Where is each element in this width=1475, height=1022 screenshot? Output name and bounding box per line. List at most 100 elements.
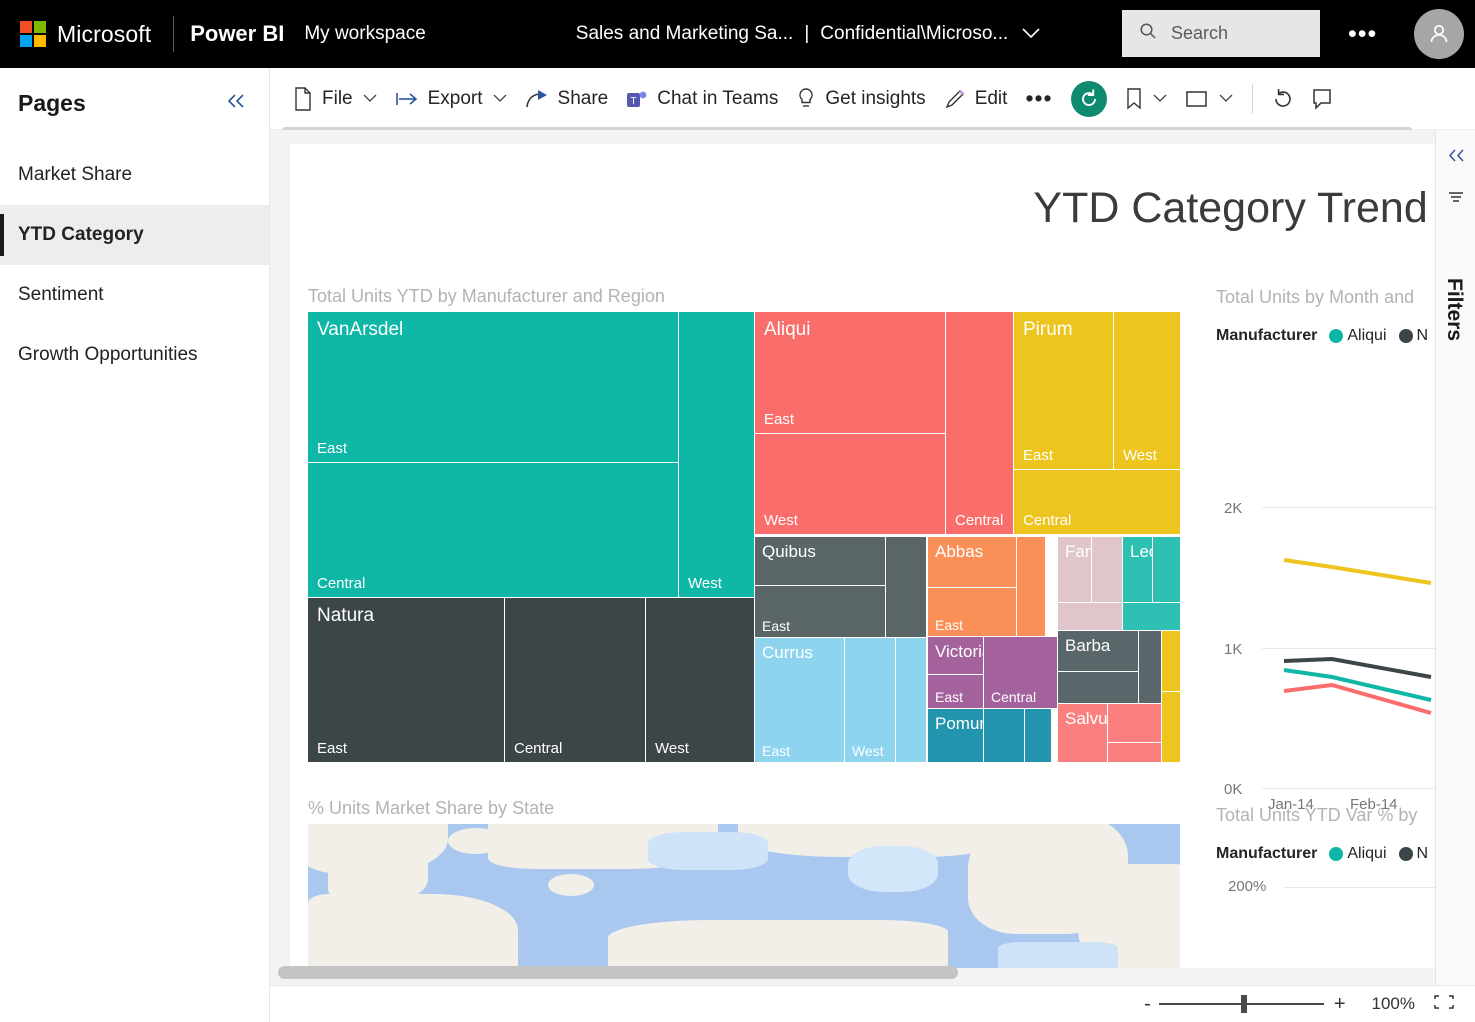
line-chart-plot[interactable]: 2K 1K 0K Jan-14 Feb-14 (1216, 359, 1435, 759)
powerbi-wordmark[interactable]: Power BI (190, 21, 284, 47)
treemap-tile[interactable]: Fama (1058, 537, 1091, 602)
treemap-tile[interactable]: Central (1014, 470, 1180, 534)
treemap-tile[interactable]: Central (946, 312, 1013, 534)
tile-manufacturer: Pomum (935, 714, 983, 734)
tile-region: East (935, 689, 963, 705)
treemap-tile[interactable] (1153, 537, 1180, 602)
tile-region: Central (514, 740, 562, 757)
treemap-tile[interactable] (1017, 537, 1045, 636)
get-insights-button[interactable]: Get insights (787, 68, 934, 130)
treemap-tile[interactable] (984, 709, 1024, 762)
tile-manufacturer: Natura (317, 605, 374, 627)
tile-manufacturer: Abbas (935, 542, 983, 562)
treemap-tile[interactable]: Pirum East (1014, 312, 1113, 469)
treemap-tile[interactable] (1123, 603, 1180, 630)
treemap-tile[interactable]: Natura East (308, 598, 504, 762)
treemap-tile[interactable]: East (928, 675, 983, 708)
sidebar-item-sentiment[interactable]: Sentiment (0, 265, 269, 325)
sidebar-item-market-share[interactable]: Market Share (0, 145, 269, 205)
top-navigation-bar: Microsoft Power BI My workspace Sales an… (0, 0, 1475, 68)
treemap-tile[interactable] (1108, 704, 1161, 742)
tile-region: East (762, 618, 790, 634)
var-chart-plot[interactable]: 200% (1216, 878, 1435, 968)
treemap-visual[interactable]: VanArsdel East Central West Natura East … (308, 312, 1180, 762)
zoom-slider[interactable] (1159, 1003, 1324, 1005)
treemap-tile[interactable]: Central (984, 637, 1057, 708)
zoom-in-button[interactable]: + (1334, 993, 1346, 1016)
sidebar-item-growth-opportunities[interactable]: Growth Opportunities (0, 325, 269, 385)
line-chart-title: Total Units by Month and (1216, 287, 1414, 308)
line-chart-series (1216, 359, 1435, 799)
sensitivity-label[interactable]: Confidential\Microso... (820, 23, 1008, 45)
chat-in-teams-button[interactable]: T Chat in Teams (617, 68, 787, 130)
treemap-tile[interactable]: East (755, 586, 885, 637)
canvas-scrollbar-bottom[interactable] (278, 966, 958, 979)
treemap-tile[interactable] (886, 537, 926, 637)
reset-button[interactable] (1062, 68, 1116, 130)
view-button[interactable] (1176, 68, 1242, 130)
edit-button[interactable]: Edit (935, 68, 1017, 130)
line-chart-legend[interactable]: Manufacturer Aliqui N (1216, 327, 1428, 345)
var-chart-legend[interactable]: Manufacturer Aliqui N (1216, 845, 1428, 863)
treemap-tile[interactable] (1162, 631, 1180, 691)
treemap-tile[interactable]: Central (505, 598, 645, 762)
collapse-sidebar-button[interactable] (225, 93, 247, 115)
workspace-link[interactable]: My workspace (304, 23, 425, 45)
treemap-tile[interactable] (1058, 603, 1122, 630)
export-menu-button[interactable]: Export (386, 68, 516, 130)
treemap-tile[interactable] (1108, 743, 1161, 762)
bookmarks-button[interactable] (1116, 68, 1176, 130)
expand-filters-button[interactable] (1446, 148, 1466, 168)
file-menu-button[interactable]: File (284, 68, 386, 130)
treemap-tile[interactable]: Aliqui East (755, 312, 945, 433)
fit-to-page-icon[interactable] (1433, 994, 1455, 1015)
tile-manufacturer: Currus (762, 643, 813, 663)
tile-region: East (317, 740, 347, 757)
comments-button[interactable] (1303, 68, 1332, 130)
treemap-tile[interactable]: West (679, 312, 754, 597)
treemap-tile[interactable]: Victoria (928, 637, 983, 674)
treemap-tile[interactable]: West (646, 598, 754, 762)
chevron-down-icon[interactable] (1021, 26, 1041, 43)
treemap-tile[interactable]: West (845, 638, 895, 762)
treemap-tile[interactable]: Central (308, 463, 678, 597)
refresh-button[interactable] (1263, 68, 1303, 130)
treemap-tile[interactable]: West (755, 434, 945, 534)
treemap-tile[interactable]: Pomum (928, 709, 983, 762)
treemap-tile[interactable] (1025, 709, 1051, 762)
teams-icon: T (626, 89, 648, 109)
zoom-out-button[interactable]: - (1144, 993, 1151, 1016)
microsoft-logo[interactable]: Microsoft (20, 21, 151, 48)
treemap-tile[interactable] (896, 638, 926, 762)
treemap-tile[interactable] (1162, 692, 1180, 762)
treemap-tile[interactable]: Salvus (1058, 704, 1107, 762)
treemap-tile[interactable]: Leo (1123, 537, 1152, 602)
treemap-tile[interactable] (1092, 537, 1122, 602)
filters-pane[interactable]: Filters (1435, 130, 1475, 985)
zoom-level-label: 100% (1372, 994, 1415, 1014)
sidebar-item-ytd-category[interactable]: YTD Category (0, 205, 269, 265)
zoom-slider-thumb[interactable] (1241, 995, 1247, 1013)
search-input[interactable]: Search (1122, 10, 1320, 57)
treemap-tile[interactable] (1139, 631, 1161, 703)
tile-region: West (1123, 447, 1157, 464)
report-title-breadcrumb[interactable]: Sales and Marketing Sa... (576, 23, 794, 45)
avatar[interactable] (1414, 9, 1464, 59)
pages-sidebar: Pages Market Share YTD Category Sentimen… (0, 68, 270, 1022)
bookmark-icon (1125, 87, 1143, 111)
treemap-tile[interactable]: Currus East (755, 638, 844, 762)
right-visuals-panel: Total Units by Month and Manufacturer Al… (1216, 284, 1435, 974)
map-visual[interactable] (308, 824, 1180, 968)
brand-divider (173, 16, 174, 52)
treemap-tile[interactable]: Quibus (755, 537, 885, 585)
treemap-tile[interactable]: West (1114, 312, 1180, 469)
tile-manufacturer: Victoria (935, 642, 983, 662)
treemap-tile[interactable]: VanArsdel East (308, 312, 678, 462)
treemap-tile[interactable]: East (928, 588, 1016, 636)
share-button[interactable]: Share (516, 68, 618, 130)
topbar-more-button[interactable]: ••• (1348, 20, 1377, 49)
treemap-tile[interactable]: Barba (1058, 631, 1138, 671)
treemap-tile[interactable] (1058, 672, 1138, 703)
treemap-tile[interactable]: Abbas (928, 537, 1016, 587)
toolbar-more-button[interactable]: ••• (1016, 68, 1061, 130)
